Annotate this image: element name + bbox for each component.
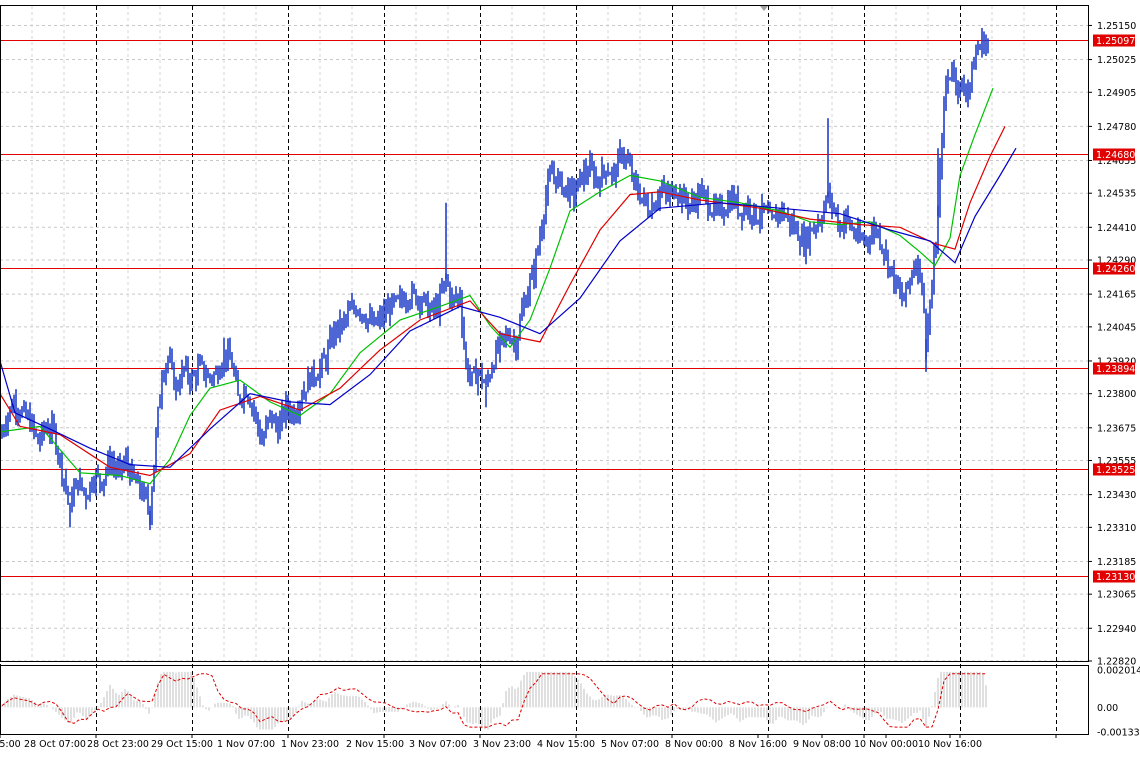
time-tick-label: 10 Nov 00:00 xyxy=(854,739,918,750)
price-tick-label: 1.22940 xyxy=(1097,624,1136,635)
price-tick-label: 1.23310 xyxy=(1097,523,1136,534)
price-tick-label: 1.23430 xyxy=(1097,490,1136,501)
level-label: 1.23130 xyxy=(1096,572,1135,583)
time-tick-label: 3 Nov 23:00 xyxy=(473,739,531,750)
time-tick-label: 28 Oct 07:00 xyxy=(24,739,86,750)
chart-background xyxy=(0,0,1140,754)
indicator-tick-label: 0.002014 xyxy=(1097,666,1140,677)
forex-chart[interactable]: 1.25150 1.25025 1.24905 1.24780 1.24655 1.245… xyxy=(0,0,1140,754)
price-tick-label: 1.24780 xyxy=(1097,122,1136,133)
price-tick-label: 1.23800 xyxy=(1097,389,1136,400)
chart-canvas[interactable]: 1.251501.250251.249051.247801.246551.245… xyxy=(0,0,1140,754)
time-tick-label: 8 Nov 16:00 xyxy=(729,739,787,750)
indicator-tick-label: 0.00 xyxy=(1097,703,1118,714)
indicator-tick-label: -0.001332 xyxy=(1097,728,1140,739)
price-tick-label: 1.23675 xyxy=(1097,423,1136,434)
price-tick-label: 1.24045 xyxy=(1097,322,1136,333)
time-tick-label: 5:00 xyxy=(0,739,21,750)
price-tick-label: 1.23185 xyxy=(1097,557,1136,568)
time-tick-label: 5 Nov 07:00 xyxy=(601,739,659,750)
price-tick-label: 1.24165 xyxy=(1097,290,1136,301)
time-tick-label: 3 Nov 07:00 xyxy=(409,739,467,750)
price-tick-label: 1.24535 xyxy=(1097,189,1136,200)
level-label: 1.23894 xyxy=(1096,364,1135,375)
time-tick-label: 1 Nov 07:00 xyxy=(217,739,275,750)
time-tick-label: 1 Nov 23:00 xyxy=(281,739,339,750)
time-tick-label: 29 Oct 15:00 xyxy=(151,739,213,750)
time-tick-label: 10 Nov 16:00 xyxy=(918,739,982,750)
time-tick-label: 8 Nov 00:00 xyxy=(665,739,723,750)
price-tick-label: 1.25150 xyxy=(1097,21,1136,32)
time-tick-label: 28 Oct 23:00 xyxy=(87,739,149,750)
level-label: 1.24260 xyxy=(1096,264,1135,275)
price-tick-label: 1.24905 xyxy=(1097,88,1136,99)
level-label: 1.25097 xyxy=(1096,36,1135,47)
level-label: 1.23525 xyxy=(1096,465,1135,476)
price-tick-label: 1.25025 xyxy=(1097,55,1136,66)
price-tick-label: 1.23065 xyxy=(1097,590,1136,601)
time-tick-label: 4 Nov 15:00 xyxy=(537,739,595,750)
time-tick-label: 2 Nov 15:00 xyxy=(346,739,404,750)
time-tick-label: 9 Nov 08:00 xyxy=(793,739,851,750)
price-tick-label: 1.24410 xyxy=(1097,223,1136,234)
level-label: 1.24680 xyxy=(1096,150,1135,161)
